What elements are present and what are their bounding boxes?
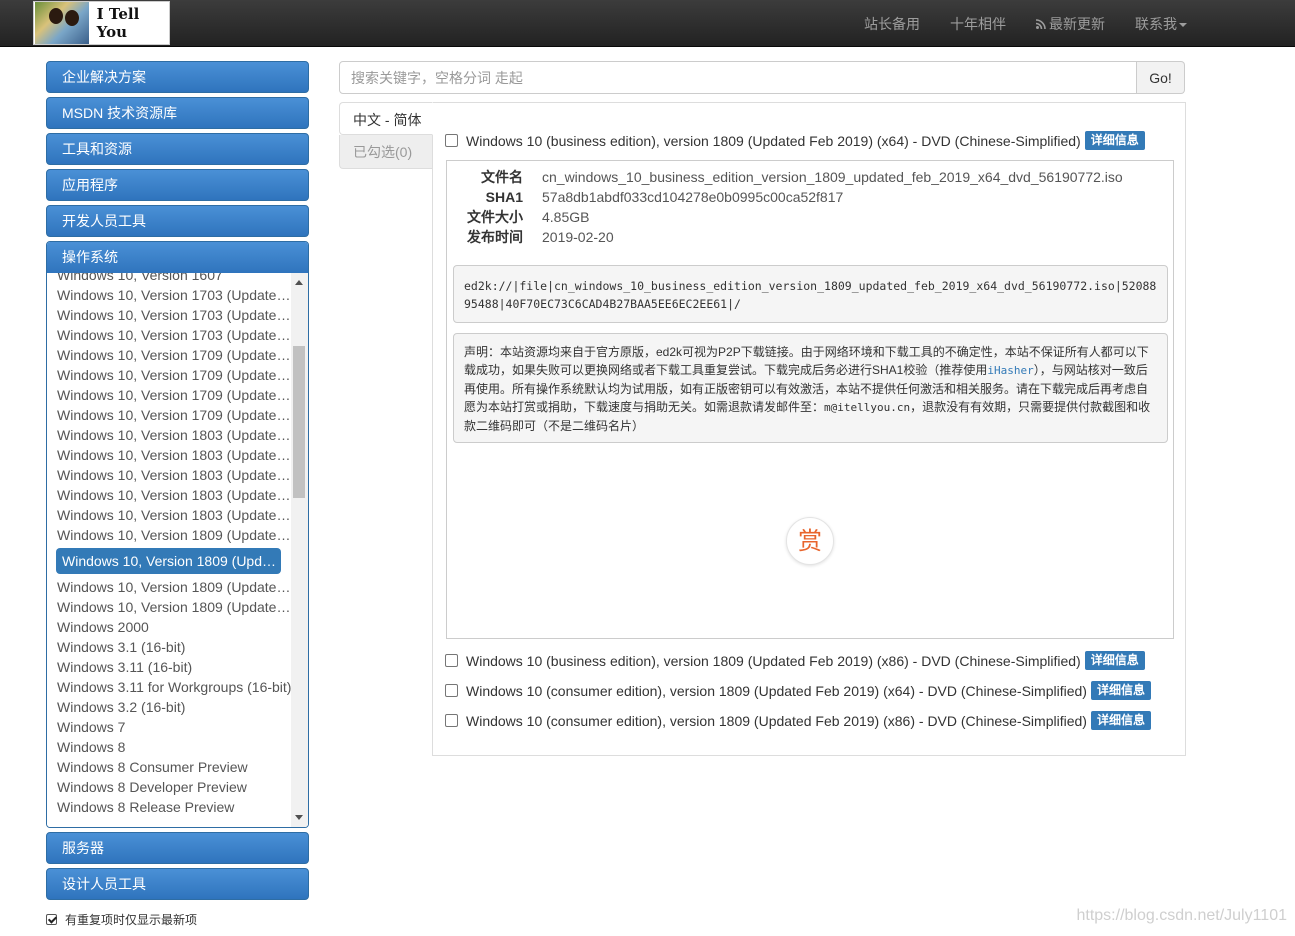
site-logo[interactable]: I Tell You	[33, 1, 170, 45]
category-dev-tools[interactable]: 开发人员工具	[46, 205, 309, 237]
file-item[interactable]: Windows 10 (business edition), version 1…	[445, 131, 1145, 150]
nav-link-decade[interactable]: 十年相伴	[950, 14, 1006, 34]
category-tools[interactable]: 工具和资源	[46, 133, 309, 165]
list-item[interactable]: Windows 10, Version 1709 (Updated Jan 20…	[47, 405, 292, 425]
list-item[interactable]: Windows 10, Version 1703 (Updated July 2…	[47, 325, 292, 345]
list-item[interactable]: Windows 10, Version 1803 (Updated Sept 2…	[47, 485, 292, 505]
details-badge[interactable]: 详细信息	[1090, 681, 1151, 700]
list-item[interactable]: Windows 3.2 (16-bit)	[47, 697, 292, 717]
rss-icon	[1036, 18, 1046, 29]
nav-links: 站长备用 十年相伴 最新更新 联系我	[834, 0, 1187, 47]
language-tabs: 中文 - 简体 已勾选(0)	[339, 102, 433, 169]
category-os[interactable]: 操作系统	[47, 242, 308, 273]
filename-label: 文件名	[481, 169, 523, 185]
list-item[interactable]: Windows 10, Version 1803 (Updated April …	[47, 445, 292, 465]
list-item[interactable]: Windows 10, Version 1809 (Updated Sept 2…	[47, 525, 292, 545]
sha1-value: 57a8db1abdf033cd104278e0b0995c00ca52f817	[542, 189, 844, 205]
scroll-down-icon[interactable]	[295, 815, 303, 820]
category-servers[interactable]: 服务器	[46, 832, 309, 864]
ed2k-link[interactable]: ed2k://|file|cn_windows_10_business_edit…	[453, 265, 1168, 323]
latest-only-label: 有重复项时仅显示最新项	[65, 913, 198, 927]
list-item[interactable]: Windows 10, Version 1709 (Updated Nov 20…	[47, 365, 292, 385]
search-bar: Go!	[339, 61, 1185, 94]
os-list[interactable]: Windows 10, Version 1607 Windows 10, Vers…	[47, 273, 308, 827]
file-checkbox[interactable]	[445, 134, 458, 147]
os-panel: 操作系统 Windows 10, Version 1607 Windows 10,…	[46, 241, 309, 828]
file-title[interactable]: Windows 10 (consumer edition), version 1…	[466, 683, 1087, 699]
list-item[interactable]: Windows 3.1 (16-bit)	[47, 637, 292, 657]
file-item[interactable]: Windows 10 (consumer edition), version 1…	[445, 711, 1151, 730]
ihasher-link[interactable]: iHasher	[987, 364, 1033, 377]
list-item[interactable]: Windows 10, Version 1709 (Updated Sept 2…	[47, 345, 292, 365]
file-checkbox[interactable]	[445, 714, 458, 727]
category-enterprise[interactable]: 企业解决方案	[46, 61, 309, 93]
latest-only-option[interactable]: 有重复项时仅显示最新项	[46, 911, 197, 928]
caret-down-icon	[1179, 22, 1187, 27]
list-item[interactable]: Windows 10, Version 1803 (Updated March …	[47, 425, 292, 445]
details-badge[interactable]: 详细信息	[1084, 131, 1145, 150]
latest-only-checkbox[interactable]	[46, 914, 57, 925]
list-item[interactable]: Windows 3.11 for Workgroups (16-bit)	[47, 677, 292, 697]
list-item[interactable]: Windows 10, Version 1709 (Updated Dec 20…	[47, 385, 292, 405]
file-title[interactable]: Windows 10 (consumer edition), version 1…	[466, 713, 1087, 729]
file-checkbox[interactable]	[445, 684, 458, 697]
details-badge[interactable]: 详细信息	[1090, 711, 1151, 730]
category-apps[interactable]: 应用程序	[46, 169, 309, 201]
size-value: 4.85GB	[542, 209, 590, 225]
category-sidebar: 企业解决方案 MSDN 技术资源库 工具和资源 应用程序 开发人员工具 操作系统…	[46, 61, 309, 904]
file-detail-box: 文件名 cn_windows_10_business_edition_versio…	[446, 160, 1174, 639]
details-badge[interactable]: 详细信息	[1084, 651, 1145, 670]
list-item[interactable]: Windows 10, Version 1803 (Updated Nov 20…	[47, 505, 292, 525]
os-items: Windows 10, Version 1607 Windows 10, Vers…	[47, 273, 292, 817]
list-item[interactable]: Windows 2000	[47, 617, 292, 637]
search-input[interactable]	[339, 61, 1137, 94]
disclaimer-notice: 声明：本站资源均来自于官方原版，ed2k可视为P2P下载链接。由于网络环境和下载…	[453, 333, 1168, 443]
nav-link-contact[interactable]: 联系我	[1135, 14, 1187, 34]
file-checkbox[interactable]	[445, 654, 458, 667]
scrollbar-thumb[interactable]	[293, 346, 305, 498]
watermark: https://blog.csdn.net/July1101	[1076, 907, 1287, 924]
list-item[interactable]: Windows 7	[47, 717, 292, 737]
file-title[interactable]: Windows 10 (business edition), version 1…	[466, 133, 1081, 149]
filename-value: cn_windows_10_business_edition_version_1…	[542, 169, 1123, 185]
file-item[interactable]: Windows 10 (consumer edition), version 1…	[445, 681, 1151, 700]
list-item[interactable]: Windows 10, Version 1809 (Updated May 20…	[47, 597, 292, 617]
nav-link-latest[interactable]: 最新更新	[1036, 14, 1105, 34]
list-item[interactable]: Windows 10, Version 1803 (Updated Aug 20…	[47, 465, 292, 485]
scroll-up-icon[interactable]	[295, 280, 303, 285]
notice-email: m@itellyou.cn	[824, 401, 911, 414]
file-meta: 文件名 cn_windows_10_business_edition_versio…	[466, 167, 1123, 247]
nav-link-latest-label: 最新更新	[1049, 15, 1105, 32]
list-item[interactable]: Windows 10, Version 1809 (Updated March …	[47, 577, 292, 597]
list-item[interactable]: Windows 10, Version 1607	[47, 273, 292, 285]
category-msdn[interactable]: MSDN 技术资源库	[46, 97, 309, 129]
file-list-panel: Windows 10 (business edition), version 1…	[432, 102, 1186, 756]
logo-text: I Tell You	[96, 5, 140, 41]
date-value: 2019-02-20	[542, 229, 614, 245]
category-designer-tools[interactable]: 设计人员工具	[46, 868, 309, 900]
list-item[interactable]: Windows 8 Developer Preview	[47, 777, 292, 797]
nav-link-contact-label: 联系我	[1135, 15, 1177, 32]
search-button[interactable]: Go!	[1137, 61, 1185, 94]
list-item[interactable]: Windows 10, Version 1703 (Updated March …	[47, 285, 292, 305]
top-navbar: I Tell You 站长备用 十年相伴 最新更新 联系我	[0, 0, 1295, 47]
nav-link-backup[interactable]: 站长备用	[864, 14, 920, 34]
logo-image	[35, 2, 89, 44]
reward-button[interactable]: 赏	[786, 517, 834, 565]
tab-chinese-simplified[interactable]: 中文 - 简体	[339, 102, 433, 135]
sha1-label: SHA1	[485, 189, 523, 205]
os-list-scrollbar[interactable]	[291, 273, 308, 827]
list-item[interactable]: Windows 8	[47, 737, 292, 757]
tab-checked[interactable]: 已勾选(0)	[339, 135, 433, 169]
list-item[interactable]: Windows 8 Consumer Preview	[47, 757, 292, 777]
date-label: 发布时间	[467, 229, 523, 245]
list-item[interactable]: Windows 8 Release Preview	[47, 797, 292, 817]
file-title[interactable]: Windows 10 (business edition), version 1…	[466, 653, 1081, 669]
os-item-selected[interactable]: Windows 10, Version 1809 (Updated Feb 20…	[56, 548, 281, 574]
list-item[interactable]: Windows 3.11 (16-bit)	[47, 657, 292, 677]
list-item[interactable]: Windows 10, Version 1703 (Updated June 2…	[47, 305, 292, 325]
size-label: 文件大小	[467, 209, 523, 225]
file-item[interactable]: Windows 10 (business edition), version 1…	[445, 651, 1145, 670]
